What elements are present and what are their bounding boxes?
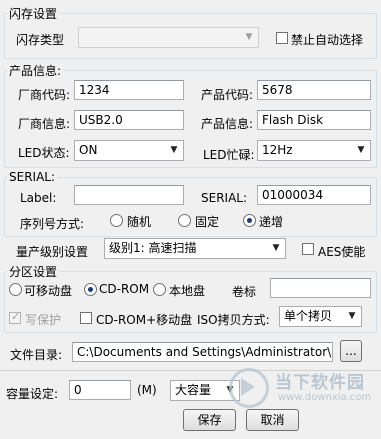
product-info-input[interactable]: Flash Disk	[257, 110, 371, 130]
capacity-mode-value: 大容量	[175, 383, 212, 397]
product-info-label: 产品信息:	[201, 117, 254, 131]
flash-settings-title: 闪存设置	[7, 5, 60, 22]
partition-removable-label[interactable]: 可移动盘	[24, 282, 72, 299]
partition-cdrom-radio[interactable]	[84, 283, 97, 296]
serial-number-input[interactable]: 01000034	[257, 185, 371, 205]
vendor-code-input[interactable]: 1234	[74, 80, 184, 100]
watermark-url: www.downxia.com	[278, 392, 372, 403]
chevron-down-icon: ▼	[272, 243, 280, 253]
flash-type-select[interactable]: ▼	[78, 27, 259, 48]
aes-checkbox[interactable]	[302, 243, 314, 255]
vendor-code-label: 厂商代码:	[18, 88, 71, 102]
iso-copy-select[interactable]: 单个拷贝 ▼	[279, 306, 362, 327]
led-busy-select[interactable]: 12Hz ▼	[257, 140, 371, 161]
chevron-down-icon: ▼	[170, 145, 178, 155]
file-dir-label: 文件目录:	[10, 348, 63, 362]
serial-number-label: SERIAL:	[201, 191, 248, 205]
capacity-label: 容量设定:	[6, 387, 59, 401]
cancel-button[interactable]: 取消	[246, 409, 299, 431]
partition-title: 分区设置	[7, 263, 60, 280]
serial-increment-label[interactable]: 递增	[259, 213, 283, 230]
serial-mode-label: 序列号方式:	[20, 217, 85, 231]
chevron-down-icon: ▼	[245, 32, 253, 42]
partition-removable-radio[interactable]	[9, 283, 22, 296]
check-icon: ✓	[11, 310, 21, 323]
aes-label[interactable]: AES使能	[318, 243, 365, 260]
led-busy-label: LED忙碌:	[203, 148, 255, 162]
serial-fixed-label[interactable]: 固定	[195, 213, 219, 230]
radio-selected-dot	[88, 287, 93, 292]
vendor-info-input[interactable]: USB2.0	[74, 110, 184, 130]
file-dir-input[interactable]: C:\Documents and Settings\Administrator\…	[72, 342, 333, 362]
led-state-label: LED状态:	[18, 146, 70, 160]
product-code-label: 产品代码:	[201, 88, 254, 102]
product-info-title: 产品信息:	[7, 62, 64, 79]
volume-label: 卷标	[232, 285, 257, 299]
product-code-input[interactable]: 5678	[257, 80, 371, 100]
serial-random-label[interactable]: 随机	[127, 213, 151, 230]
save-button[interactable]: 保存	[183, 409, 236, 431]
cdrom-removable-label[interactable]: CD-ROM+移动盘	[96, 311, 192, 328]
partition-local-label[interactable]: 本地盘	[169, 282, 205, 299]
disable-autoselect-label[interactable]: 禁止自动选择	[291, 31, 363, 48]
write-protect-checkbox[interactable]: ✓	[9, 310, 21, 324]
led-state-value: ON	[79, 143, 98, 157]
chevron-down-icon: ▼	[357, 145, 365, 155]
watermark-play-icon	[241, 378, 255, 396]
production-level-value: 级别1: 高速扫描	[109, 241, 197, 255]
browse-button[interactable]: ...	[340, 340, 362, 362]
serial-fixed-radio[interactable]	[178, 214, 191, 227]
led-busy-value: 12Hz	[262, 143, 293, 157]
vendor-info-label: 厂商信息:	[18, 117, 71, 131]
chevron-down-icon: ▼	[348, 311, 356, 321]
partition-local-radio[interactable]	[153, 283, 166, 296]
watermark-text: 当下软件园	[275, 373, 365, 393]
capacity-input[interactable]: 0	[69, 380, 131, 400]
capacity-unit: (M)	[137, 383, 157, 397]
flash-type-label: 闪存类型	[16, 33, 65, 47]
disable-autoselect-checkbox[interactable]	[276, 32, 288, 44]
production-level-select[interactable]: 级别1: 高速扫描 ▼	[104, 238, 286, 259]
serial-increment-radio[interactable]	[243, 214, 256, 227]
production-level-label: 量产级别设置	[16, 245, 89, 259]
radio-selected-dot	[247, 218, 252, 223]
serial-label-input[interactable]	[74, 185, 184, 205]
led-state-select[interactable]: ON ▼	[74, 140, 184, 161]
write-protect-label[interactable]: 写保护	[25, 311, 61, 328]
cdrom-removable-checkbox[interactable]	[80, 312, 92, 324]
volume-input[interactable]	[270, 278, 371, 298]
serial-title: SERIAL:	[7, 170, 58, 184]
iso-copy-value: 单个拷贝	[284, 309, 333, 323]
partition-cdrom-label[interactable]: CD-ROM	[99, 282, 149, 296]
serial-label-label: Label:	[20, 191, 57, 205]
iso-copy-label: ISO拷贝方式:	[197, 313, 270, 327]
serial-random-radio[interactable]	[110, 214, 123, 227]
